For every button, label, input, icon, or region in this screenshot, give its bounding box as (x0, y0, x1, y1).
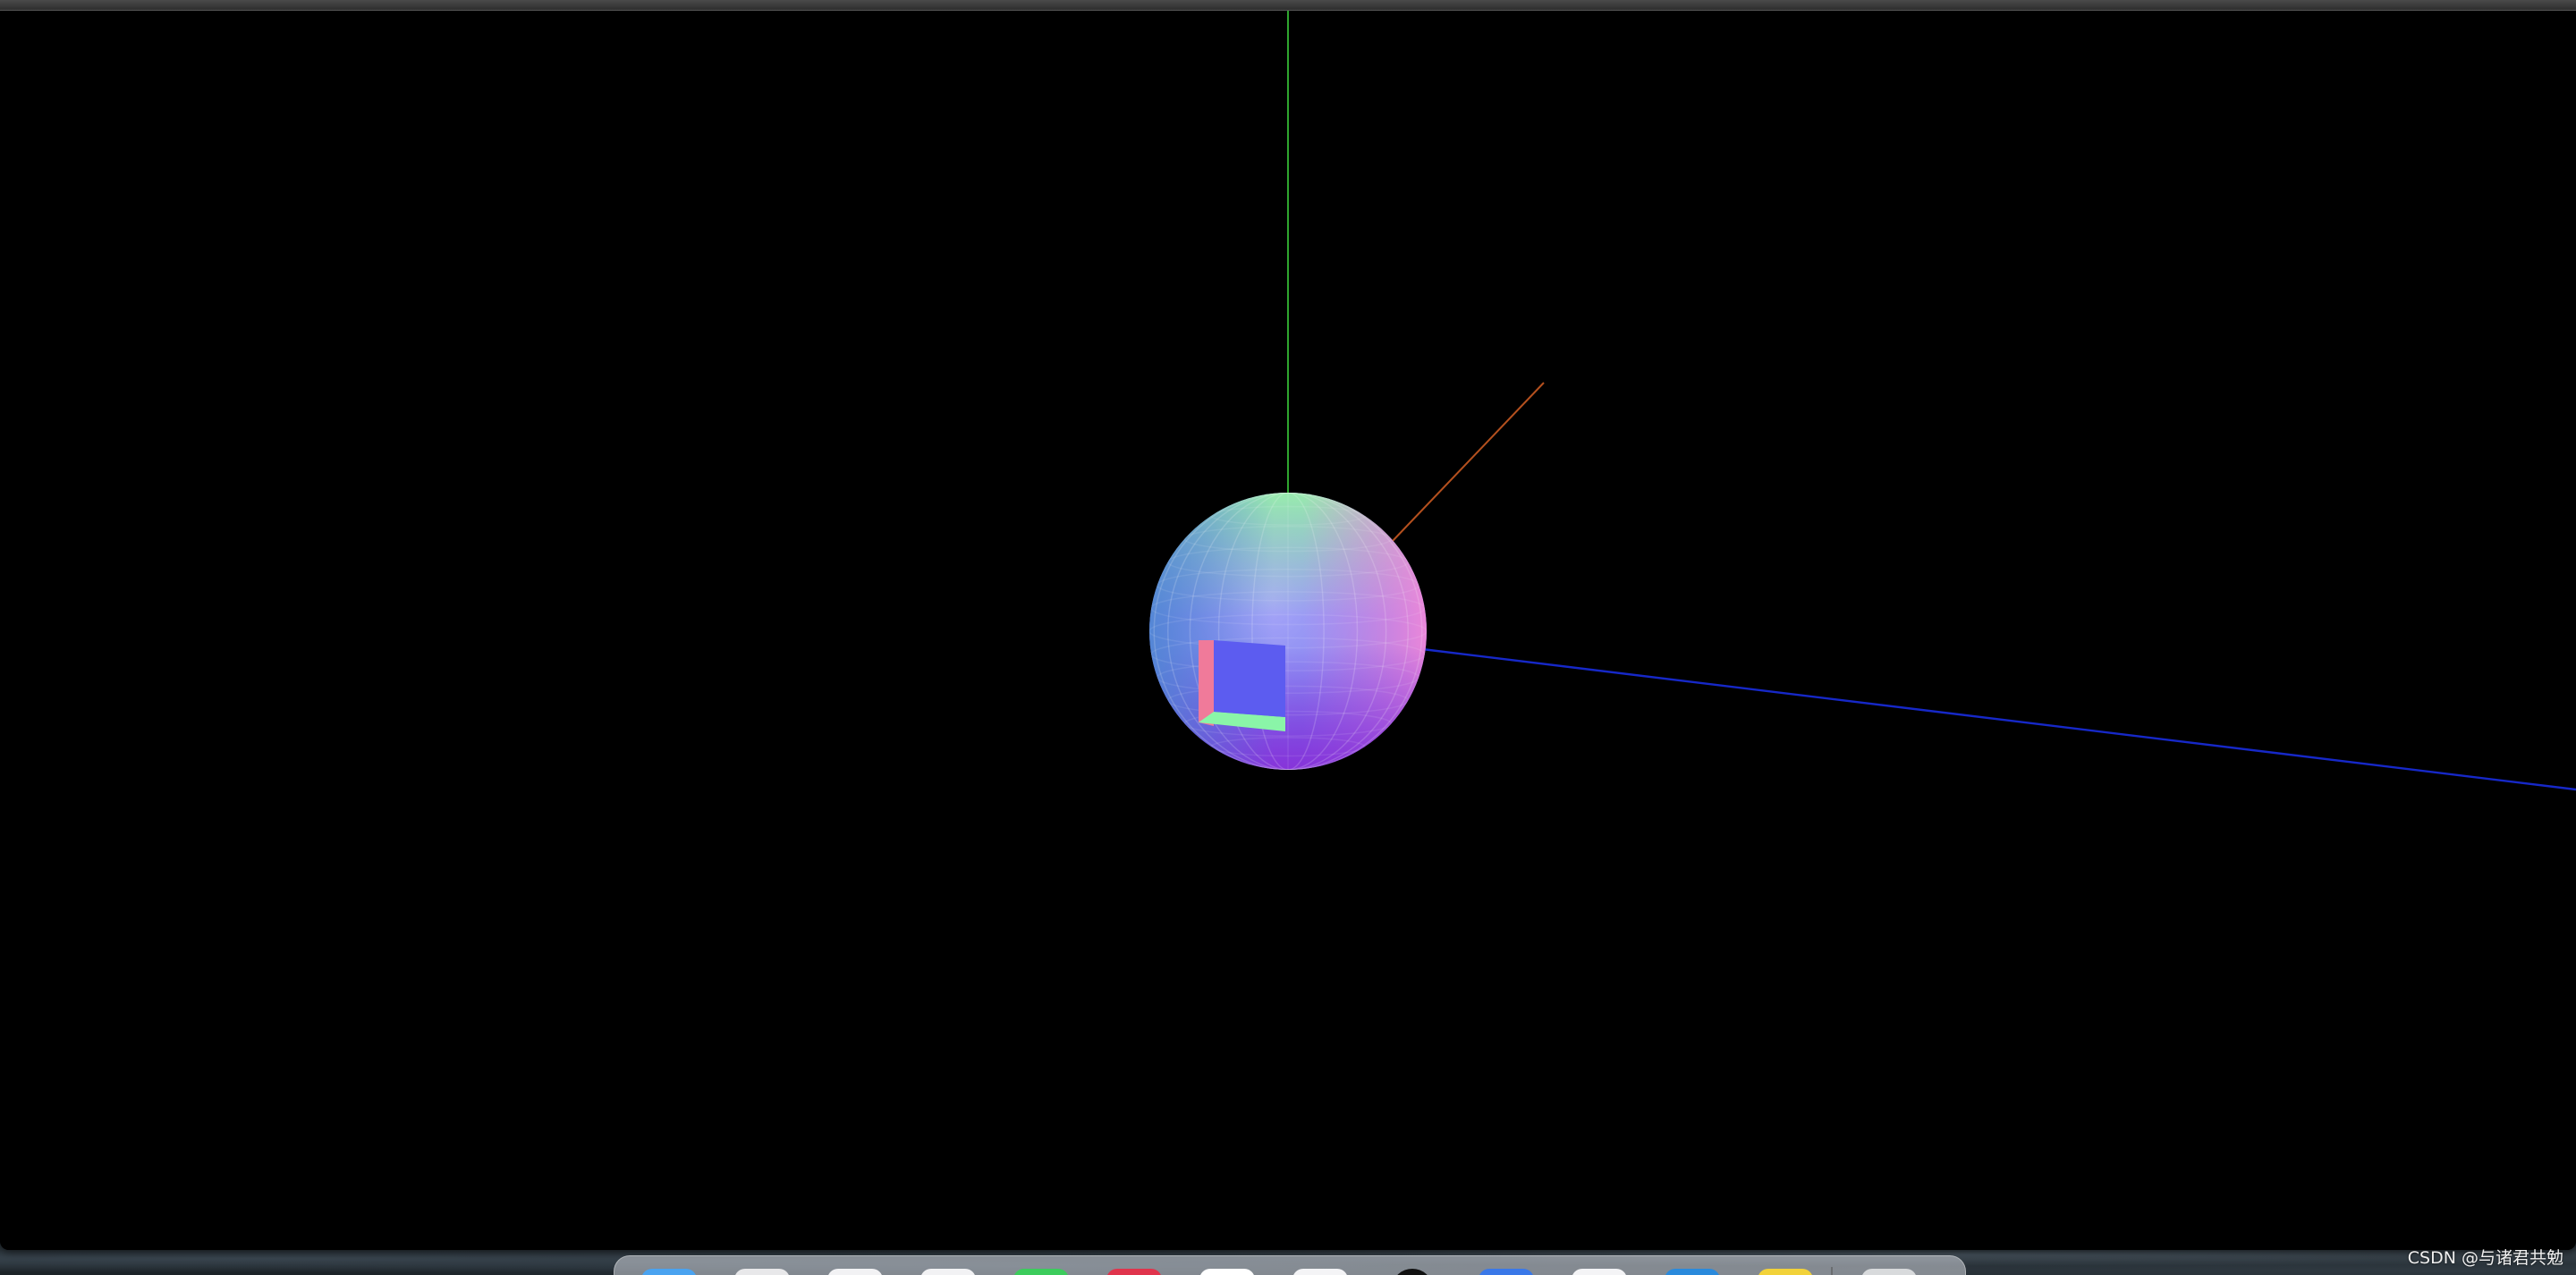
chrome-icon[interactable] (1479, 1269, 1534, 1275)
safari-icon[interactable] (827, 1269, 883, 1275)
notes-icon[interactable] (1199, 1269, 1255, 1275)
terminal-icon[interactable] (1393, 1269, 1432, 1275)
messages-icon[interactable] (1013, 1269, 1069, 1275)
csdn-watermark: CSDN @与诸君共勉 (2407, 1248, 2563, 1268)
box-mesh (1199, 640, 1285, 731)
mail-icon[interactable] (920, 1269, 976, 1275)
z-axis-line (1421, 647, 2576, 791)
app-store-icon[interactable] (1758, 1269, 1813, 1275)
dock-separator (1831, 1267, 1833, 1275)
macos-dock (614, 1255, 1966, 1275)
trash-icon[interactable] (1861, 1269, 1917, 1275)
scene-render (1149, 11, 2576, 791)
vscode-icon[interactable] (1665, 1269, 1720, 1275)
preview-icon[interactable] (1292, 1269, 1348, 1275)
window-top-edge (0, 0, 2576, 11)
x-axis-line (1391, 382, 1545, 543)
music-icon[interactable] (1106, 1269, 1162, 1275)
sphere-mesh (1149, 493, 1427, 770)
textedit-icon[interactable] (1572, 1269, 1627, 1275)
finder-icon[interactable] (641, 1269, 697, 1275)
launchpad-icon[interactable] (734, 1269, 790, 1275)
browser-window (0, 0, 2576, 1250)
desktop-screen: CSDN @与诸君共勉 (0, 0, 2576, 1275)
threejs-canvas[interactable] (0, 11, 2576, 1250)
